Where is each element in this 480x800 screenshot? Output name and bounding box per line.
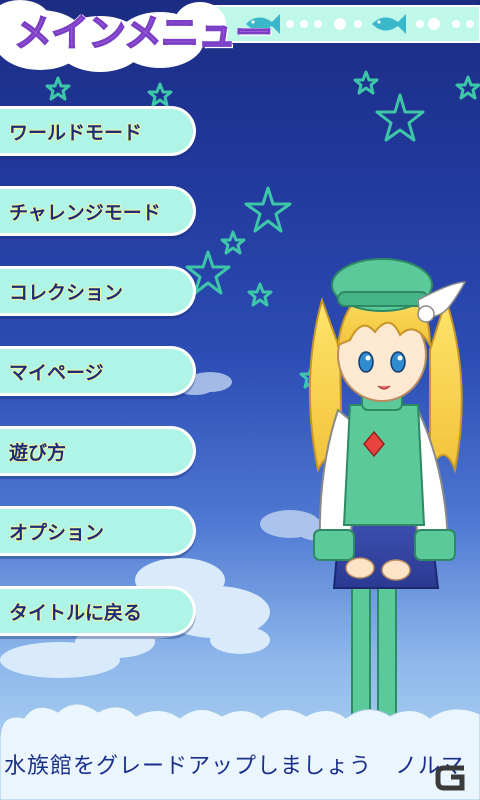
menu-label: チャレンジモード xyxy=(9,201,161,224)
page-title: メインメニュー xyxy=(13,10,273,56)
star-icon xyxy=(220,230,246,255)
menu-button-challenge-mode[interactable]: チャレンジモード xyxy=(0,186,196,236)
menu-label: ワールドモード xyxy=(9,121,143,144)
menu-label: オプション xyxy=(9,521,105,544)
menu-label: タイトルに戻る xyxy=(9,601,143,624)
ticker-text: 水族館をグレードアップしましょう ノルマ xyxy=(4,754,465,779)
main-menu-screen: メインメニュー ワールドモード チャレンジモード コレクション マイページ 遊び… xyxy=(0,0,480,800)
menu-label: コレクション xyxy=(9,281,124,304)
menu-button-collection[interactable]: コレクション xyxy=(0,266,196,316)
menu-button-how-to-play[interactable]: 遊び方 xyxy=(0,426,196,476)
character-illustration xyxy=(308,258,467,731)
star-icon xyxy=(45,76,71,101)
ticker-bar: 水族館をグレードアップしましょう ノルマ xyxy=(0,740,480,800)
star-icon xyxy=(147,82,173,107)
menu-button-options[interactable]: オプション xyxy=(0,506,196,556)
star-icon xyxy=(455,75,480,100)
menu-button-back-to-title[interactable]: タイトルに戻る xyxy=(0,586,196,636)
menu-button-my-page[interactable]: マイページ xyxy=(0,346,196,396)
menu-button-world-mode[interactable]: ワールドモード xyxy=(0,106,196,156)
star-icon xyxy=(244,186,292,233)
menu-label: マイページ xyxy=(9,361,104,384)
star-icon xyxy=(375,93,425,142)
star-icon xyxy=(247,282,273,307)
title-banner: メインメニュー xyxy=(0,0,480,80)
g-logo-icon xyxy=(435,765,465,791)
menu-label: 遊び方 xyxy=(9,441,67,464)
